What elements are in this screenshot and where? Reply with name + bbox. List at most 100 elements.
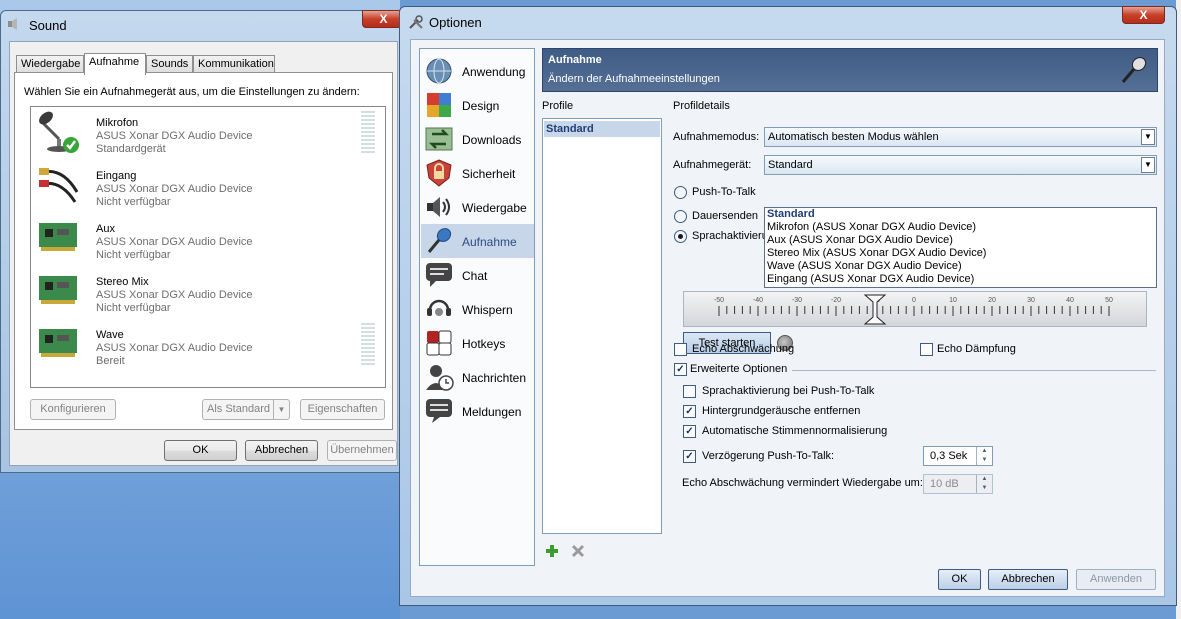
slider-tick-label: 50: [1105, 297, 1113, 304]
dropdown-option-mikrofon[interactable]: Mikrofon (ASUS Xonar DGX Audio Device): [767, 221, 976, 234]
radio-continuous[interactable]: [674, 210, 687, 223]
chevron-down-icon[interactable]: ▼: [273, 400, 289, 419]
mode-label: Aufnahmemodus:: [673, 131, 760, 143]
set-default-label: Als Standard: [207, 403, 270, 415]
delay-value: 0,3 Sek: [930, 450, 968, 462]
slider-scale: -50-40-30-20-1001020304050: [714, 294, 1113, 325]
apply-button[interactable]: Übernehmen: [327, 440, 397, 461]
nav-item-wiedergabe[interactable]: Wiedergabe: [421, 190, 534, 224]
slider-tick-label: 20: [988, 297, 996, 304]
profile-item-standard[interactable]: Standard: [544, 121, 660, 137]
device-item-mikrofon[interactable]: Mikrofon ASUS Xonar DGX Audio Device Sta…: [31, 107, 385, 160]
speaker-icon: [427, 197, 450, 217]
adv-option-checkbox-0[interactable]: [683, 385, 696, 398]
slider-tick-label: 40: [1066, 297, 1074, 304]
nav-item-design[interactable]: Design: [421, 88, 534, 122]
nav-label: Aufnahme: [462, 235, 517, 249]
adv-option-checkbox-3[interactable]: ✓: [683, 450, 696, 463]
echo-damping-checkbox[interactable]: [920, 343, 933, 356]
speaker-icon: [8, 18, 17, 30]
cancel-button[interactable]: Abbrechen: [988, 569, 1068, 590]
nav-label: Meldungen: [462, 405, 522, 419]
nav-label: Downloads: [462, 133, 522, 147]
delay-stepper[interactable]: 0,3 Sek ▲ ▼: [923, 446, 993, 466]
nav-item-nachrichten[interactable]: Nachrichten: [421, 360, 534, 394]
page-title: Aufnahme: [548, 54, 602, 66]
nav-item-aufnahme[interactable]: Aufnahme: [421, 224, 534, 258]
device-driver: ASUS Xonar DGX Audio Device: [96, 342, 253, 354]
device-select[interactable]: Standard ▼: [764, 155, 1157, 175]
nav-item-sicherheit[interactable]: Sicherheit: [421, 156, 534, 190]
adv-option-checkbox-2[interactable]: ✓: [683, 425, 696, 438]
nav-item-hotkeys[interactable]: Hotkeys: [421, 326, 534, 360]
slider-tick-label: -30: [792, 297, 802, 304]
device-dropdown-list[interactable]: Standard Mikrofon (ASUS Xonar DGX Audio …: [764, 207, 1157, 288]
nav-item-chat[interactable]: Chat: [421, 258, 534, 292]
options-window: Optionen X Anwendung Design Downloads Si…: [399, 6, 1177, 606]
adv-option-label: Automatische Stimmennormalisierung: [702, 425, 888, 437]
adv-option-label: Sprachaktivierung bei Push-To-Talk: [702, 385, 875, 397]
remove-icon[interactable]: [571, 544, 585, 558]
adv-option-checkbox-1[interactable]: ✓: [683, 405, 696, 418]
lock-shield-icon: [426, 159, 452, 187]
device-item-wave[interactable]: Wave ASUS Xonar DGX Audio Device Bereit: [31, 319, 385, 372]
nav-item-downloads[interactable]: Downloads: [421, 122, 534, 156]
page-header: Aufnahme Ändern der Aufnahmeeinstellunge…: [542, 48, 1158, 92]
sound-title: Sound: [29, 18, 67, 33]
nav-item-whispern[interactable]: Whispern: [421, 292, 534, 326]
tools-icon: [409, 15, 423, 29]
device-item-stereo-mix[interactable]: Stereo Mix ASUS Xonar DGX Audio Device N…: [31, 266, 385, 319]
device-driver: ASUS Xonar DGX Audio Device: [96, 183, 253, 195]
set-default-button[interactable]: Als Standard ▼: [202, 399, 290, 420]
nav-label: Design: [462, 99, 500, 113]
ok-button[interactable]: OK: [938, 569, 981, 590]
slider-handle[interactable]: [863, 294, 887, 325]
echo-reduction-checkbox[interactable]: [674, 343, 687, 356]
device-name: Aux: [96, 223, 115, 235]
nav-item-anwendung[interactable]: Anwendung: [421, 54, 534, 88]
nav-label: Anwendung: [462, 65, 526, 79]
dropdown-option-wave[interactable]: Wave (ASUS Xonar DGX Audio Device): [767, 260, 962, 273]
tab-aufnahme[interactable]: Aufnahme: [84, 53, 146, 75]
echo-amount-stepper[interactable]: 10 dB ▲ ▼: [923, 474, 993, 494]
device-name: Mikrofon: [96, 117, 139, 129]
mode-select[interactable]: Automatisch besten Modus wählen ▼: [764, 127, 1157, 147]
chevron-down-icon[interactable]: ▼: [1141, 129, 1155, 145]
advanced-options-checkbox[interactable]: ✓: [674, 363, 687, 376]
properties-button[interactable]: Eigenschaften: [300, 399, 385, 420]
chat-bubble-icon: [426, 263, 452, 287]
message-bubble-icon: [426, 399, 452, 423]
apply-button[interactable]: Anwenden: [1076, 569, 1156, 590]
options-close-button[interactable]: X: [1122, 6, 1165, 24]
user-clock-icon: [426, 365, 454, 391]
chevron-down-icon[interactable]: ▼: [1141, 157, 1155, 173]
updown-arrows-icon[interactable]: ▲ ▼: [976, 447, 992, 465]
level-meter: [361, 323, 375, 365]
sound-titlebar[interactable]: Sound: [1, 11, 404, 37]
cancel-button[interactable]: Abbrechen: [245, 440, 318, 461]
device-list[interactable]: Mikrofon ASUS Xonar DGX Audio Device Sta…: [30, 106, 386, 388]
radio-voice-activation[interactable]: [674, 230, 687, 243]
dropdown-option-aux[interactable]: Aux (ASUS Xonar DGX Audio Device): [767, 234, 953, 247]
nav-item-meldungen[interactable]: Meldungen: [421, 394, 534, 428]
device-item-eingang[interactable]: Eingang ASUS Xonar DGX Audio Device Nich…: [31, 160, 385, 213]
updown-arrows-icon[interactable]: ▲ ▼: [976, 475, 992, 493]
keys-icon: [426, 330, 452, 356]
device-item-aux[interactable]: Aux ASUS Xonar DGX Audio Device Nicht ve…: [31, 213, 385, 266]
profile-list[interactable]: Standard: [542, 118, 662, 534]
configure-button[interactable]: Konfigurieren: [30, 399, 116, 420]
device-status: Nicht verfügbar: [96, 196, 171, 208]
voice-activation-slider[interactable]: -50-40-30-20-1001020304050: [683, 291, 1147, 327]
profiles-heading: Profile: [542, 100, 574, 112]
slider-tick-label: 30: [1027, 297, 1035, 304]
plus-icon[interactable]: [545, 544, 559, 558]
headset-icon: [427, 299, 451, 316]
sound-card-icon: [39, 276, 77, 304]
ok-button[interactable]: OK: [164, 440, 237, 461]
sound-card-icon: [39, 329, 77, 357]
dropdown-option-eingang[interactable]: Eingang (ASUS Xonar DGX Audio Device): [767, 273, 974, 286]
radio-continuous-label: Dauersenden: [692, 210, 759, 222]
radio-push-to-talk[interactable]: [674, 186, 687, 199]
dropdown-option-stereo-mix[interactable]: Stereo Mix (ASUS Xonar DGX Audio Device): [767, 247, 986, 260]
dropdown-option-standard[interactable]: Standard: [767, 208, 815, 221]
